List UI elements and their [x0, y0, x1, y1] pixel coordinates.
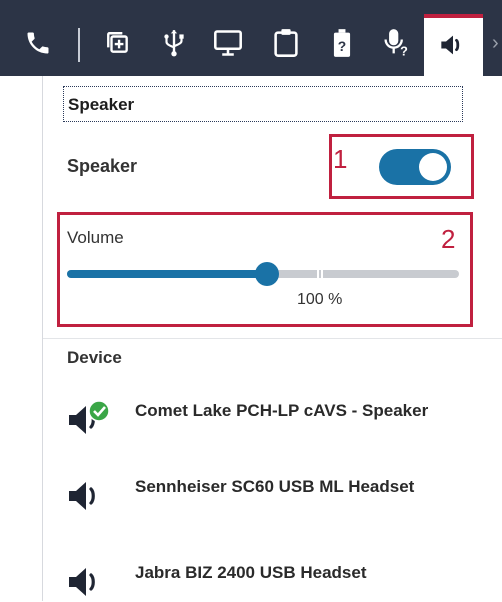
battery-unknown-icon[interactable]: ? — [322, 18, 362, 68]
toolbar-separator — [78, 28, 80, 62]
callout-number-1: 1 — [333, 144, 348, 174]
device-name: Sennheiser SC60 USB ML Headset — [135, 477, 415, 496]
volume-slider[interactable] — [67, 262, 459, 286]
slider-tick — [321, 264, 323, 284]
callout-number-2: 2 — [441, 224, 456, 254]
toggle-knob — [419, 153, 447, 181]
toolbar: ? ? › — [0, 0, 502, 76]
divider — [43, 338, 502, 339]
volume-label: Volume — [67, 228, 124, 247]
volume-slider-fill — [67, 270, 267, 278]
monitor-icon[interactable] — [208, 18, 248, 68]
clipboard-icon[interactable] — [266, 18, 306, 68]
overflow-icon[interactable]: › — [492, 32, 499, 55]
device-name: Jabra BIZ 2400 USB Headset — [135, 563, 367, 582]
speaker-tab-active[interactable] — [424, 14, 483, 76]
slider-tick — [317, 264, 319, 284]
device-section-header: Device — [67, 348, 122, 367]
speaker-icon — [69, 482, 95, 510]
usb-icon[interactable] — [154, 18, 194, 68]
volume-value: 100 % — [297, 291, 343, 308]
volume-slider-thumb[interactable] — [255, 262, 279, 286]
speaker-panel: Speaker 1 2 Speaker Volume 100 % Device … — [42, 76, 502, 601]
add-call-icon[interactable] — [98, 18, 138, 68]
panel-title: Speaker — [63, 86, 463, 122]
svg-text:?: ? — [400, 45, 408, 58]
speaker-icon — [441, 35, 460, 55]
speaker-toggle-label: Speaker — [67, 156, 138, 176]
phone-icon[interactable] — [18, 18, 58, 68]
svg-text:?: ? — [338, 38, 346, 54]
speaker-selected-icon — [69, 400, 110, 434]
microphone-help-icon[interactable]: ? — [376, 18, 416, 68]
speaker-toggle[interactable] — [379, 149, 451, 185]
device-name: Comet Lake PCH-LP cAVS - Speaker — [135, 401, 429, 420]
speaker-icon — [69, 568, 95, 596]
